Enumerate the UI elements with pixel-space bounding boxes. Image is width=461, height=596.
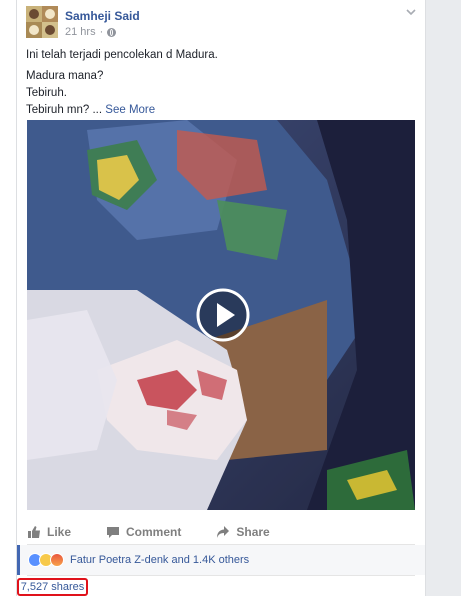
- post-text-line: Tebiruh.: [26, 87, 67, 99]
- post-time[interactable]: 21 hrs: [65, 26, 96, 38]
- post-card: Samheji Said 21 hrs · Ini telah terjadi …: [17, 0, 426, 596]
- angry-icon: [50, 553, 64, 567]
- thumbs-up-icon: [28, 526, 40, 538]
- reactions-accent-bar: [17, 545, 20, 575]
- play-button-icon[interactable]: [195, 287, 251, 343]
- meta-separator: ·: [99, 26, 104, 38]
- post-text: Ini telah terjadi pencolekan d Madura. M…: [26, 47, 416, 119]
- reaction-icons[interactable]: [28, 553, 64, 567]
- reactions-divider: [27, 575, 415, 576]
- post-text-line: Tebiruh mn? ... See More: [26, 104, 156, 116]
- comment-label: Comment: [126, 525, 182, 539]
- globe-icon[interactable]: [107, 27, 117, 37]
- share-button[interactable]: Share: [216, 525, 270, 539]
- video-player[interactable]: [27, 120, 415, 510]
- comment-button[interactable]: Comment: [106, 525, 181, 539]
- see-more-link[interactable]: See More: [105, 104, 155, 116]
- comment-icon: [107, 527, 120, 538]
- post-text-line: Ini telah terjadi pencolekan d Madura.: [26, 49, 218, 61]
- post-text-line: Madura mana?: [26, 70, 104, 82]
- share-arrow-icon: [217, 526, 230, 538]
- avatar[interactable]: [26, 6, 58, 38]
- post-meta: 21 hrs ·: [65, 26, 117, 38]
- like-label: Like: [47, 525, 72, 539]
- shares-count[interactable]: 7,527 shares: [17, 578, 88, 596]
- reactions-summary[interactable]: Fatur Poetra Z-denk and 1.4K others: [70, 554, 249, 566]
- post-actions: Like Comment Share: [27, 520, 415, 544]
- share-label: Share: [236, 525, 270, 539]
- author-name[interactable]: Samheji Said: [65, 9, 140, 23]
- reactions-bar[interactable]: Fatur Poetra Z-denk and 1.4K others: [17, 545, 425, 575]
- left-page-edge: [0, 0, 16, 596]
- like-button[interactable]: Like: [27, 525, 71, 539]
- chevron-down-icon[interactable]: [404, 5, 418, 19]
